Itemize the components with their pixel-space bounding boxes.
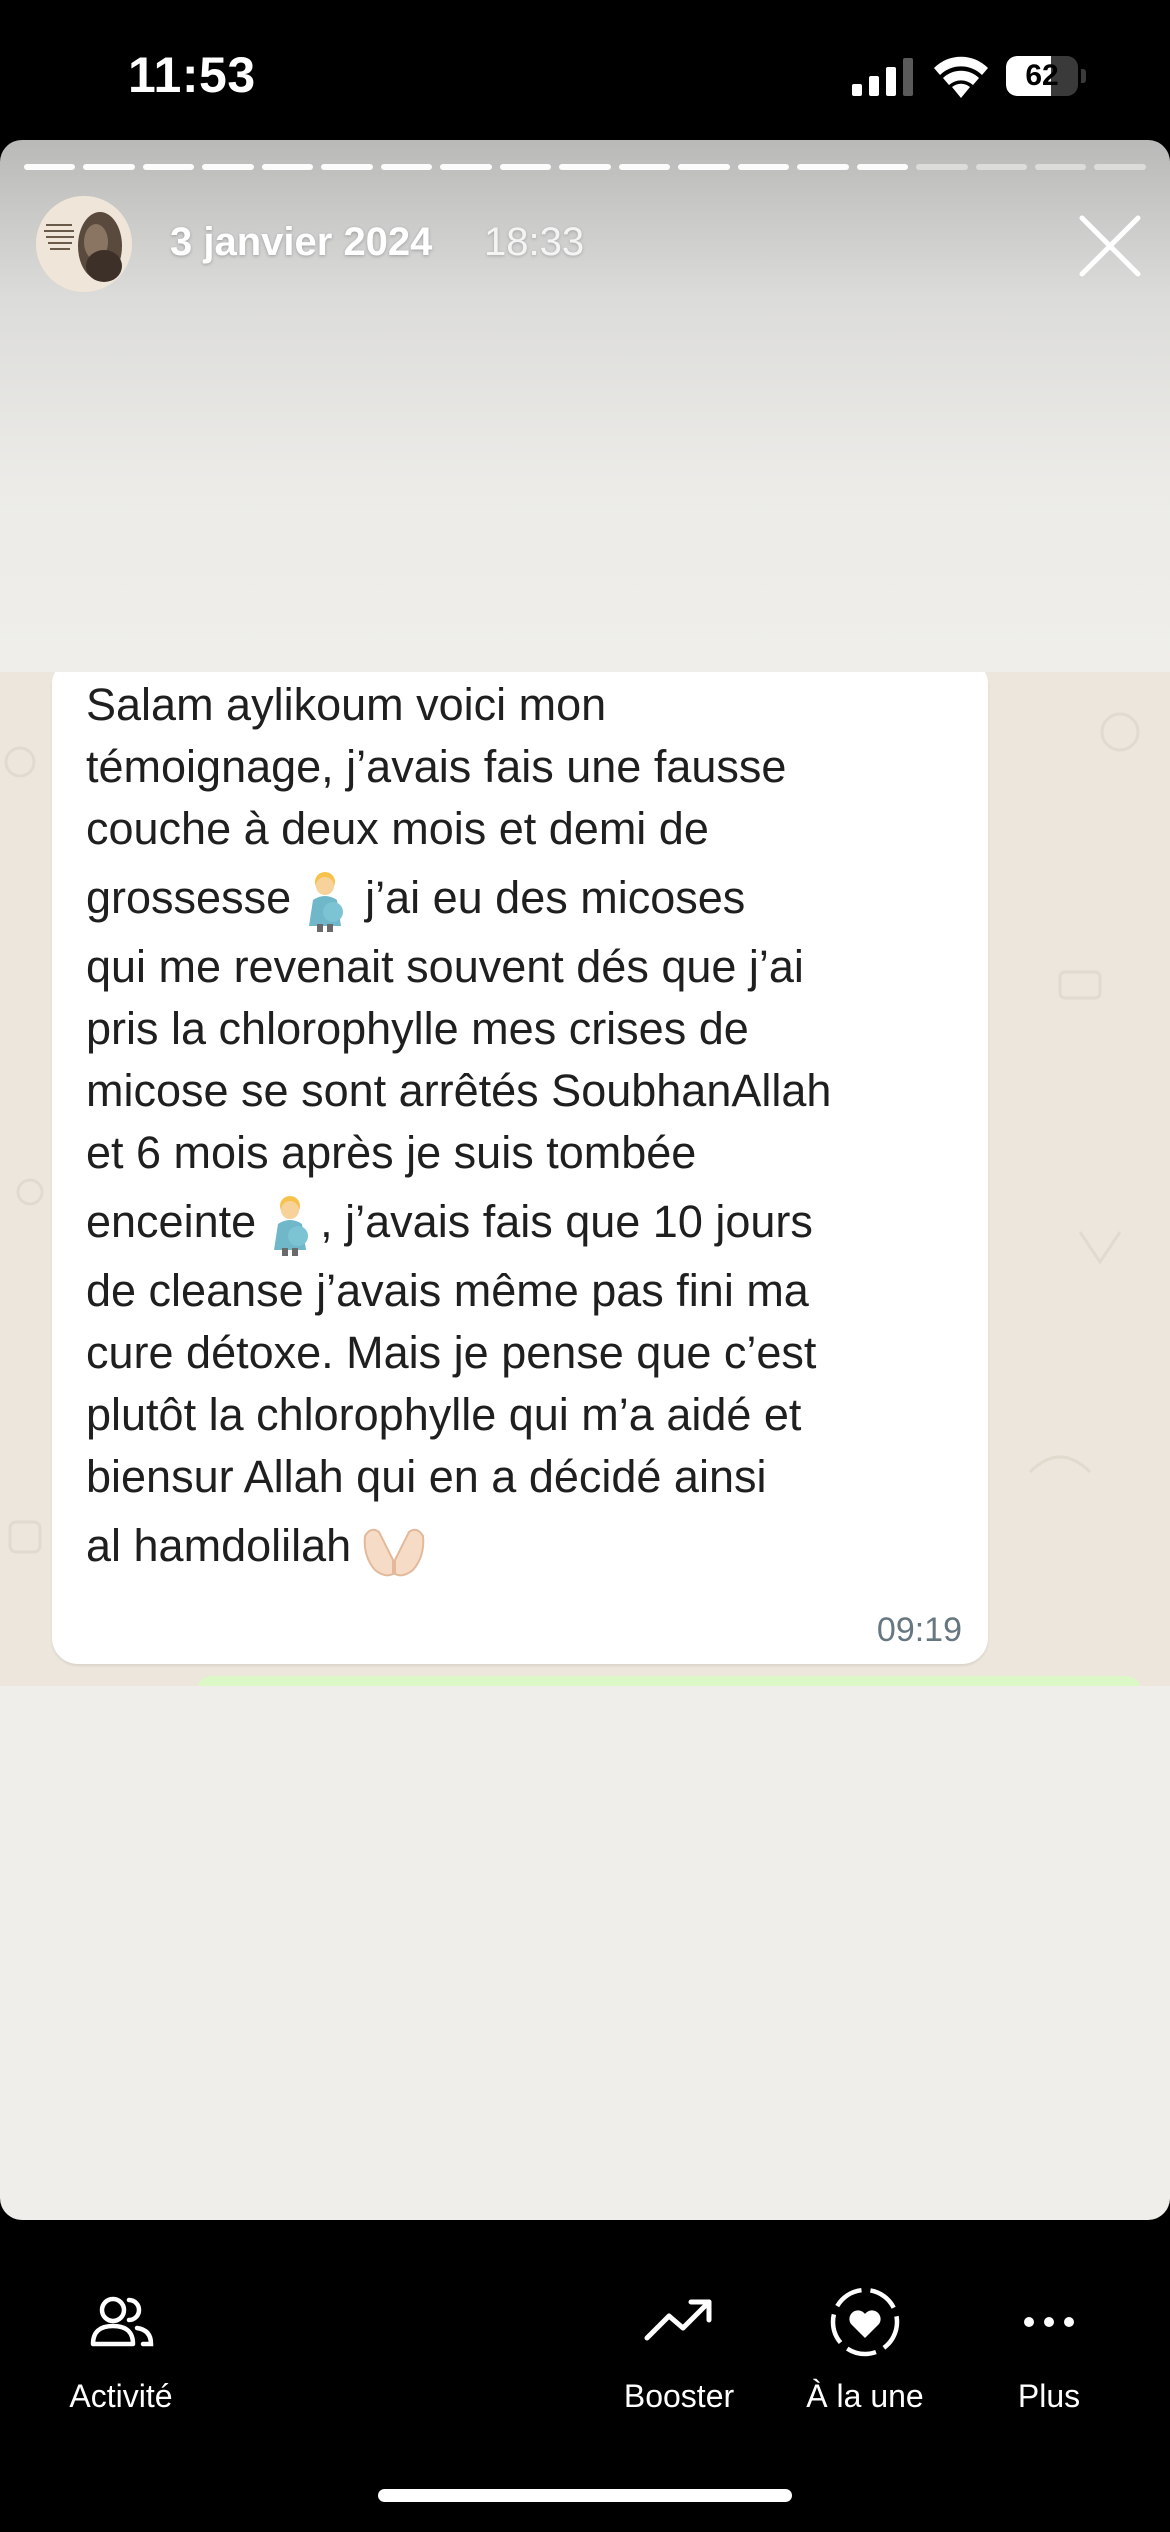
message-line: et 6 mois après je suis tombée (86, 1127, 697, 1178)
pregnant-person-emoji-icon (274, 1196, 309, 1257)
story-progress-bar (24, 164, 1146, 170)
message-timestamp: 09:19 (876, 1611, 962, 1649)
message-bubble: Salam aylikoum voici mon témoignage, j’a… (52, 672, 988, 1664)
highlight-button[interactable]: À la une (796, 2284, 934, 2444)
cellular-signal-icon (852, 58, 913, 96)
more-dots-icon (1024, 2317, 1074, 2327)
message-line-part: grossesse (86, 872, 292, 923)
status-bar: 11:53 62 (0, 0, 1170, 140)
pregnant-person-emoji-icon (309, 872, 344, 933)
message-line: micose se sont arrêtés SoubhanAllah (86, 1065, 832, 1116)
activity-button[interactable]: Activité (52, 2284, 190, 2444)
wifi-icon (934, 56, 988, 98)
people-icon (90, 2296, 154, 2347)
status-time: 11:53 (128, 47, 256, 103)
story-progress-segment (1034, 164, 1087, 170)
message-text: Salam aylikoum voici mon témoignage, j’a… (86, 674, 966, 1584)
story-progress-segment (261, 164, 314, 170)
message-line: couche à deux mois et demi de (86, 803, 709, 854)
palms-up-together-emoji-icon (363, 1528, 425, 1577)
message-line-part: , j’avais fais que 10 jours (320, 1196, 813, 1247)
message-line: pris la chlorophylle mes crises de (86, 1003, 749, 1054)
message-line-part: enceinte (86, 1196, 257, 1247)
story-progress-segment (142, 164, 195, 170)
story-progress-segment (975, 164, 1027, 170)
story-progress-segment (24, 164, 76, 170)
profile-avatar[interactable] (36, 196, 132, 292)
message-line: grossesse j’ai eu des micoses (86, 860, 966, 936)
story-time: 18:33 (484, 220, 585, 264)
message-line: biensur Allah qui en a décidé ainsi (86, 1451, 767, 1502)
boost-label: Booster (623, 2378, 735, 2414)
story-progress-segment (83, 164, 135, 170)
more-button[interactable]: Plus (980, 2284, 1118, 2444)
story-action-bar: Activité Booster À la une Plus (0, 2220, 1170, 2532)
story-progress-segment (797, 164, 849, 170)
story-progress-segment (380, 164, 433, 170)
avatar-image (36, 196, 132, 292)
message-line: de cleanse j’avais même pas fini ma (86, 1265, 809, 1316)
message-line-part: al hamdolilah (86, 1520, 352, 1571)
story-progress-segment (856, 164, 909, 170)
activity-label: Activité (69, 2378, 173, 2414)
message-line: al hamdolilah (86, 1508, 966, 1584)
story-progress-segment (678, 164, 730, 170)
story-progress-segment (202, 164, 254, 170)
highlight-label: À la une (806, 2378, 924, 2414)
message-line: cure détoxe. Mais je pense que c’est (86, 1327, 817, 1378)
story-progress-segment (559, 164, 611, 170)
story-progress-segment (321, 164, 373, 170)
battery-indicator: 62 (1006, 56, 1086, 96)
more-label: Plus (1017, 2378, 1081, 2414)
story-viewer[interactable]: 3 janvier 2024 18:33 Salam aylikoum voic… (0, 140, 1170, 2220)
message-line: enceinte , j’avais fais que 10 jours (86, 1184, 966, 1260)
chat-screenshot: Salam aylikoum voici mon témoignage, j’a… (0, 672, 1170, 1686)
boost-button[interactable]: Booster (610, 2284, 748, 2444)
message-line: qui me revenait souvent dés que j’ai (86, 941, 804, 992)
story-progress-segment (499, 164, 552, 170)
story-progress-segment (916, 164, 968, 170)
story-progress-segment (618, 164, 671, 170)
message-line: Salam aylikoum voici mon (86, 679, 607, 730)
story-progress-segment (440, 164, 492, 170)
story-date: 3 janvier 2024 (170, 220, 433, 264)
trending-up-icon (644, 2299, 712, 2341)
message-line: plutôt la chlorophylle qui m’a aidé et (86, 1389, 802, 1440)
message-line: témoignage, j’avais fais une fausse (86, 741, 787, 792)
home-indicator (378, 2489, 792, 2502)
battery-percentage: 62 (1025, 59, 1059, 92)
message-line-part: j’ai eu des micoses (365, 872, 746, 923)
highlight-heart-icon (830, 2287, 900, 2357)
story-progress-segment (737, 164, 790, 170)
next-message-bubble-edge (196, 1676, 1142, 1686)
story-progress-segment (1094, 164, 1146, 170)
close-icon[interactable] (1074, 210, 1146, 282)
